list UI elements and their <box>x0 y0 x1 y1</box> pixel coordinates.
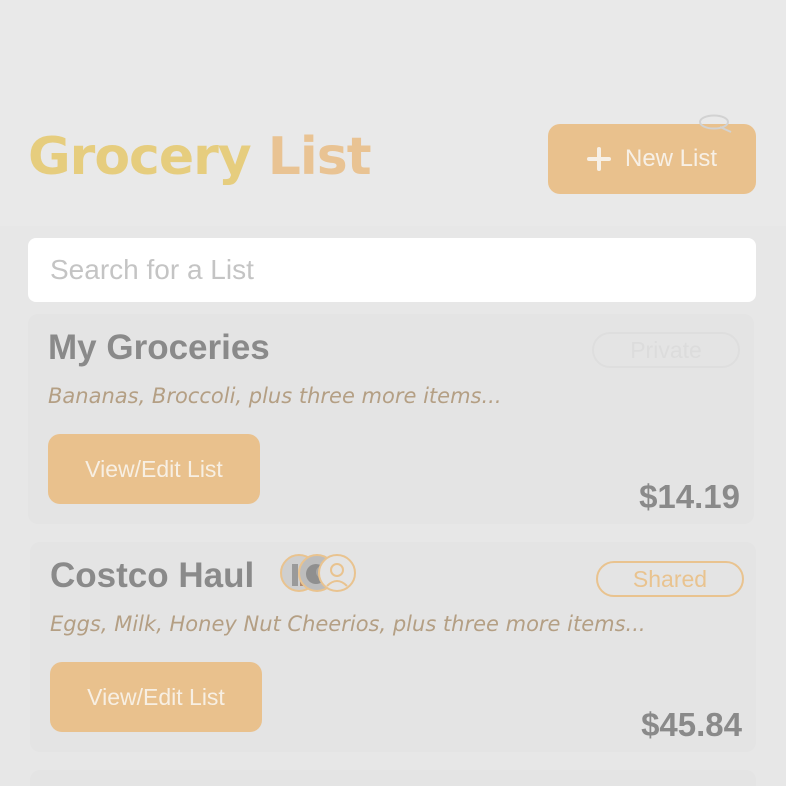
search-input[interactable]: Search for a List <box>28 238 756 302</box>
view-edit-list-button[interactable]: View/Edit List <box>48 434 260 504</box>
list-total: $14.19 <box>639 478 740 515</box>
list-card <box>30 770 756 786</box>
header: Grocery List New List <box>0 0 786 226</box>
page-title: Grocery List <box>28 124 372 190</box>
list-card: Costco Haul Shared Eggs, Milk, Honey Nut… <box>30 542 756 752</box>
shared-members[interactable] <box>280 554 360 594</box>
search-placeholder: Search for a List <box>50 254 254 285</box>
visibility-badge: Private <box>592 332 740 368</box>
plus-icon <box>586 147 611 171</box>
user-avatar-icon <box>318 554 356 592</box>
list-items-summary: Eggs, Milk, Honey Nut Cheerios, plus thr… <box>50 612 646 636</box>
list-total: $45.84 <box>641 706 742 743</box>
list-title: My Groceries <box>48 328 270 367</box>
page-title-word-2: List <box>267 127 372 187</box>
page-title-word-1: Grocery <box>28 127 252 187</box>
list-card: My Groceries Private Bananas, Broccoli, … <box>28 314 754 524</box>
new-list-label: New List <box>624 145 718 172</box>
view-edit-list-button[interactable]: View/Edit List <box>50 662 262 732</box>
chat-bubble-icon[interactable] <box>698 114 732 136</box>
visibility-badge: Shared <box>596 561 744 597</box>
list-title: Costco Haul <box>50 556 255 595</box>
grocery-app-screen: Grocery List New List Search for a List … <box>0 0 786 786</box>
list-items-summary: Bananas, Broccoli, plus three more items… <box>48 384 502 408</box>
